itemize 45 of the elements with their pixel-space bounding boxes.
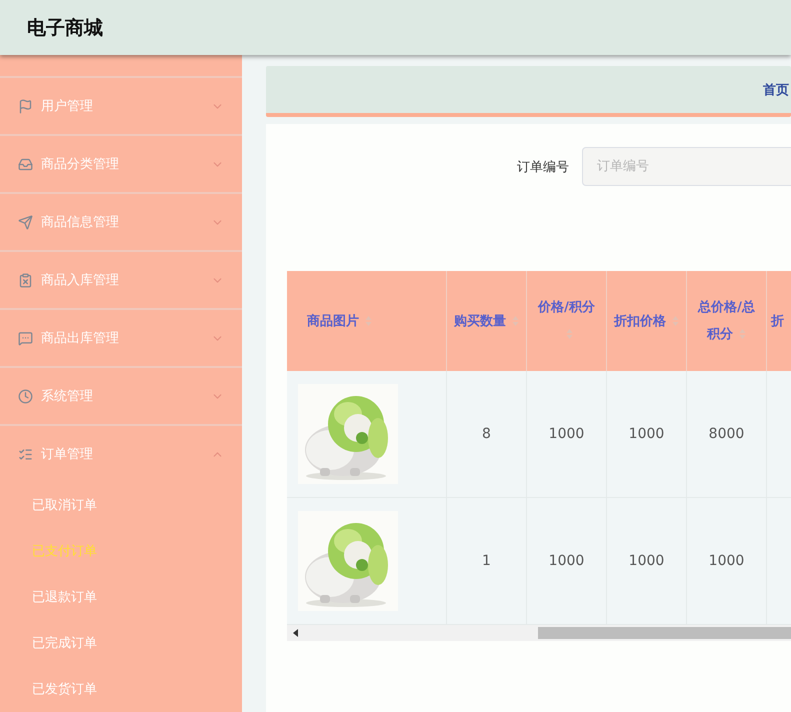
- message-icon: [18, 330, 33, 346]
- table-cell: 1000: [607, 371, 687, 498]
- header-text: 折: [771, 312, 784, 330]
- menu-item[interactable]: 商品入库管理: [0, 250, 242, 308]
- header-text: 价格/积分: [533, 294, 600, 348]
- send-icon: [18, 214, 33, 230]
- header-text: 商品图片: [307, 308, 372, 334]
- field-label: 订单编号: [517, 158, 569, 176]
- scroll-left-icon[interactable]: [293, 629, 299, 637]
- table-cell: 1000: [607, 498, 687, 625]
- submenu-item[interactable]: 已发货订单: [32, 680, 97, 698]
- menu-item[interactable]: 商品出库管理: [0, 308, 242, 366]
- table-cell: 1000: [527, 371, 607, 498]
- menu-item[interactable]: 用户管理: [0, 76, 242, 134]
- table-cell: 8000: [687, 371, 767, 498]
- header-text: 总价格/总积分: [696, 299, 756, 344]
- menu-item[interactable]: 商品信息管理: [0, 192, 242, 250]
- table-cell: 1000: [527, 498, 607, 625]
- header-text: 购买数量: [454, 308, 519, 334]
- list-icon: [18, 446, 33, 462]
- site-title: 电子商城: [27, 16, 103, 40]
- submenu-item[interactable]: 已退款订单: [32, 588, 97, 606]
- menu-item[interactable]: 系统管理: [0, 366, 242, 424]
- scrollbar-thumb[interactable]: [538, 627, 791, 639]
- menu-item[interactable]: 商品分类管理: [0, 134, 242, 192]
- sort-icon[interactable]: [365, 314, 372, 327]
- submenu-item[interactable]: 已支付订单: [32, 542, 97, 560]
- sort-icon[interactable]: [672, 314, 679, 327]
- sort-icon[interactable]: [512, 314, 519, 327]
- breadcrumb-link[interactable]: 首页: [763, 80, 789, 98]
- header-text: 折扣价格: [614, 308, 679, 334]
- sort-icon[interactable]: [739, 328, 746, 340]
- order-number-field[interactable]: 订单编号: [582, 147, 791, 186]
- sort-icon[interactable]: [566, 328, 573, 340]
- table-cell: 8: [447, 371, 527, 498]
- clipboard-icon: [18, 272, 33, 288]
- table-cell: 1000: [687, 498, 767, 625]
- inbox-icon: [18, 156, 33, 172]
- flag-icon: [18, 98, 33, 114]
- submenu-item[interactable]: 已取消订单: [32, 496, 97, 514]
- menu-item[interactable]: 订单管理: [0, 424, 242, 482]
- horizontal-scrollbar[interactable]: [287, 625, 791, 641]
- clock-icon: [18, 388, 33, 404]
- submenu-item[interactable]: 已完成订单: [32, 634, 97, 652]
- table-cell: 1: [447, 498, 527, 625]
